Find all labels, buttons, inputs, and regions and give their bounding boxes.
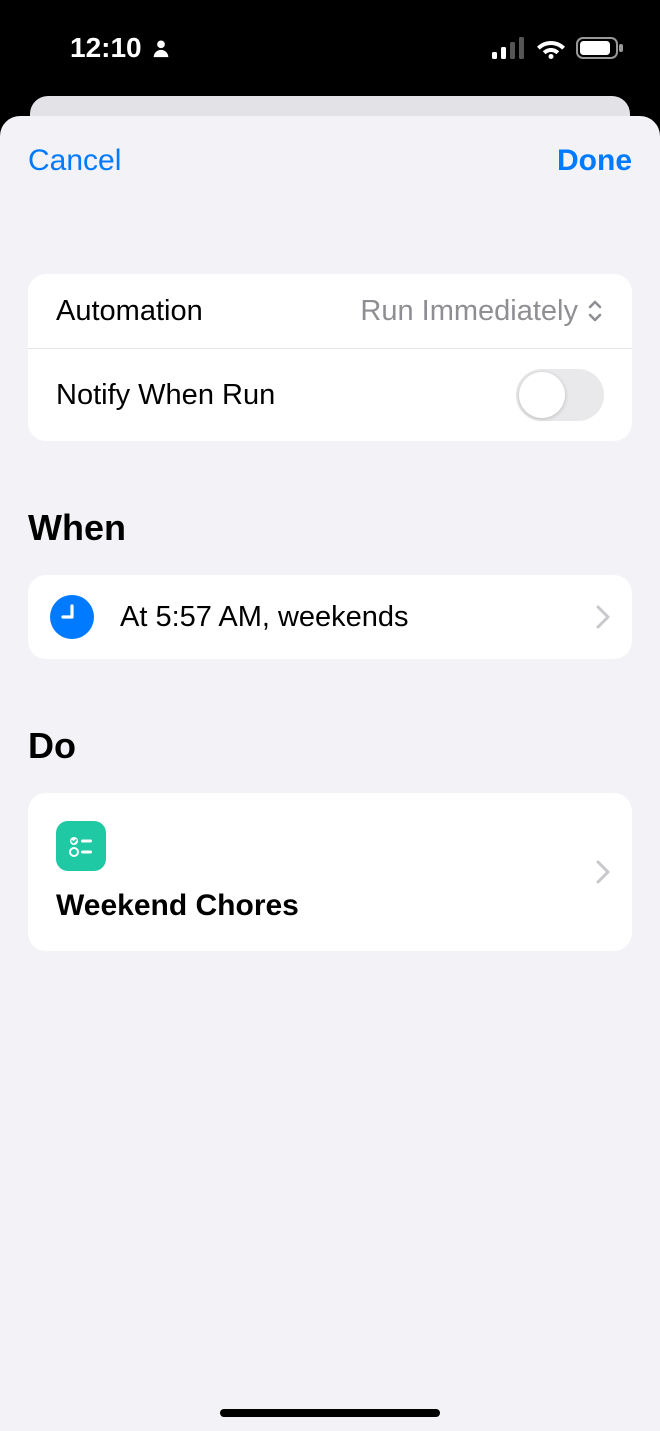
notify-label: Notify When Run [56,379,275,412]
automation-label: Automation [56,295,203,328]
person-icon [150,37,172,59]
nav-bar: Cancel Done [0,116,660,178]
cellular-icon [492,37,526,59]
shortcut-name: Weekend Chores [56,889,576,923]
when-row[interactable]: At 5:57 AM, weekends [28,575,632,659]
status-left: 12:10 [70,32,172,64]
status-time: 12:10 [70,32,142,64]
notify-row: Notify When Run [28,348,632,441]
settings-card: Automation Run Immediately Notify When R… [28,274,632,441]
when-title: When [28,507,632,549]
do-title: Do [28,725,632,767]
toggle-knob [519,372,565,418]
list-check-icon [66,831,96,861]
wifi-icon [536,37,566,59]
shortcut-app-icon [56,821,106,871]
do-row[interactable]: Weekend Chores [28,793,632,951]
clock-icon [50,595,94,639]
chevron-right-icon [596,605,610,629]
automation-value: Run Immediately [360,295,578,328]
notify-toggle[interactable] [516,369,604,421]
cancel-button[interactable]: Cancel [28,144,121,178]
home-indicator[interactable] [220,1409,440,1417]
content: Automation Run Immediately Notify When R… [0,274,660,951]
status-bar: 12:10 [0,0,660,96]
when-text: At 5:57 AM, weekends [120,601,570,634]
automation-value-wrap: Run Immediately [360,295,604,328]
do-left: Weekend Chores [56,821,576,923]
updown-icon [586,298,604,324]
chevron-right-icon [596,860,610,884]
done-button[interactable]: Done [557,144,632,178]
automation-row[interactable]: Automation Run Immediately [28,274,632,348]
modal-sheet: Cancel Done Automation Run Immediately N… [0,116,660,1431]
battery-icon [576,37,624,59]
status-right [492,37,624,59]
